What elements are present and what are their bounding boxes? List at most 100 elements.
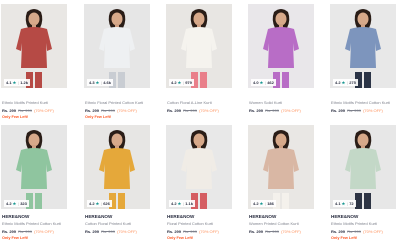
mrp-price: Rs. 999 <box>18 108 32 113</box>
product-price-row: Rs. 299 Rs. 999 (70% OFF) <box>249 229 314 234</box>
mrp-price: Rs. 999 <box>347 108 361 113</box>
star-icon: ★ <box>177 80 182 85</box>
product-card[interactable]: 4.2★ |626 HERE&NOW Cotton Floral Printed … <box>84 125 150 247</box>
product-image[interactable]: 4.1★ |1.2k <box>1 4 67 88</box>
product-card[interactable]: 4.2★ |275 Ethnic Motifs Printed Cotton Ku… <box>330 4 396 126</box>
product-price-row: Rs. 299 Rs. 999 (70% OFF) <box>331 108 396 113</box>
product-grid: 4.1★ |1.2k Ethnic Motifs Printed Kurti Rs… <box>0 0 400 244</box>
product-image[interactable]: 4.0★ |462 <box>248 4 314 88</box>
stock-status: Only Few Left! <box>167 236 194 240</box>
product-brand: HERE&NOW <box>167 214 195 219</box>
product-card[interactable]: 4.2★ |186 HERE&NOW Women Printed Cotton K… <box>248 125 314 247</box>
product-name: Cotton Floral Printed Kurti <box>85 221 132 226</box>
model-photo <box>166 125 232 209</box>
rating-value: 4.0 <box>253 80 259 85</box>
model-photo <box>166 4 232 88</box>
discount-label: (70% OFF) <box>34 229 54 234</box>
rating-badge: 4.2★ |186 <box>251 200 276 207</box>
rating-count: 275 <box>349 80 356 85</box>
model-photo <box>248 125 314 209</box>
product-price-row: Rs. 299 Rs. 999 (70% OFF) <box>2 229 67 234</box>
selling-price: Rs. 299 <box>2 229 17 234</box>
product-name: Ethnic Motifs Printed Cotton Kurti <box>331 100 390 105</box>
rating-value: 4.1 <box>335 201 341 206</box>
product-card[interactable]: 4.2★ |979 Cotton Floral A-Line Kurti Rs. … <box>166 4 232 126</box>
selling-price: Rs. 299 <box>167 108 182 113</box>
mrp-price: Rs. 999 <box>101 229 115 234</box>
rating-badge: 4.2★ |626 <box>87 200 112 207</box>
rating-count: 323 <box>20 201 27 206</box>
product-brand: HERE&NOW <box>249 214 277 219</box>
selling-price: Rs. 299 <box>167 229 182 234</box>
model-photo <box>1 125 67 209</box>
rating-badge: 4.2★ |275 <box>333 79 358 86</box>
product-price-row: Rs. 299 Rs. 999 (70% OFF) <box>249 108 314 113</box>
rating-count: 1.1k <box>185 201 193 206</box>
model-photo <box>84 4 150 88</box>
mrp-price: Rs. 999 <box>183 229 197 234</box>
stock-status: Only Few Left! <box>2 236 29 240</box>
product-price-row: Rs. 299 Rs. 999 (70% OFF) <box>331 229 396 234</box>
selling-price: Rs. 299 <box>2 108 17 113</box>
star-icon: ★ <box>95 80 100 85</box>
rating-count: 626 <box>103 201 110 206</box>
product-image[interactable]: 4.2★ |1.1k <box>166 125 232 209</box>
rating-count: 4.6k <box>103 80 111 85</box>
discount-label: (70% OFF) <box>281 108 301 113</box>
model-photo <box>1 4 67 88</box>
product-price-row: Rs. 299 Rs. 999 (70% OFF) <box>167 108 232 113</box>
product-name: Women Printed Cotton Kurti <box>249 221 299 226</box>
product-brand: HERE&NOW <box>2 214 30 219</box>
rating-badge: 4.1★ |72 <box>333 200 356 207</box>
product-price-row: Rs. 299 Rs. 999 (70% OFF) <box>2 108 67 113</box>
model-photo <box>330 4 396 88</box>
rating-count: 1.2k <box>20 80 28 85</box>
product-card[interactable]: 4.1★ |72 HERE&NOW Ethnic Motifs Printed K… <box>330 125 396 247</box>
rating-value: 4.2 <box>171 80 177 85</box>
product-image[interactable]: 4.3★ |4.6k <box>84 4 150 88</box>
discount-label: (70% OFF) <box>199 229 219 234</box>
stock-status: Only Few Left! <box>85 115 112 119</box>
product-image[interactable]: 4.2★ |979 <box>166 4 232 88</box>
product-brand: HERE&NOW <box>331 214 359 219</box>
product-name: Ethnic Motifs Printed Cotton Kurti <box>2 221 61 226</box>
rating-count: 462 <box>267 80 274 85</box>
product-price-row: Rs. 299 Rs. 999 (70% OFF) <box>85 229 150 234</box>
mrp-price: Rs. 999 <box>18 229 32 234</box>
product-card[interactable]: 4.2★ |323 HERE&NOW Ethnic Motifs Printed … <box>1 125 67 247</box>
rating-badge: 4.2★ |323 <box>4 200 29 207</box>
mrp-price: Rs. 999 <box>347 229 361 234</box>
product-name: Ethnic Motifs Printed Kurti <box>331 221 378 226</box>
rating-badge: 4.1★ |1.2k <box>4 79 30 86</box>
product-price-row: Rs. 299 Rs. 999 (70% OFF) <box>85 108 150 113</box>
product-image[interactable]: 4.2★ |323 <box>1 125 67 209</box>
rating-badge: 4.0★ |462 <box>251 79 276 86</box>
product-image[interactable]: 4.2★ |186 <box>248 125 314 209</box>
product-name: Cotton Floral A-Line Kurti <box>167 100 212 105</box>
rating-badge: 4.2★ |1.1k <box>169 200 195 207</box>
discount-label: (70% OFF) <box>281 229 301 234</box>
rating-value: 4.2 <box>171 201 177 206</box>
discount-label: (70% OFF) <box>199 108 219 113</box>
discount-label: (70% OFF) <box>34 108 54 113</box>
selling-price: Rs. 299 <box>85 229 100 234</box>
product-image[interactable]: 4.2★ |275 <box>330 4 396 88</box>
product-card[interactable]: 4.0★ |462 Women Solid Kurti Rs. 299 Rs. 9… <box>248 4 314 126</box>
rating-badge: 4.3★ |4.6k <box>87 79 113 86</box>
product-name: Floral Printed Cotton Kurti <box>167 221 214 226</box>
star-icon: ★ <box>259 201 264 206</box>
product-image[interactable]: 4.2★ |626 <box>84 125 150 209</box>
discount-label: (70% OFF) <box>117 108 137 113</box>
product-card[interactable]: 4.2★ |1.1k HERE&NOW Floral Printed Cotton… <box>166 125 232 247</box>
product-name: Ethnic Motifs Printed Kurti <box>2 100 49 105</box>
selling-price: Rs. 299 <box>249 229 264 234</box>
product-card[interactable]: 4.3★ |4.6k Ethnic Floral Printed Cotton K… <box>84 4 150 126</box>
star-icon: ★ <box>259 80 264 85</box>
model-photo <box>248 4 314 88</box>
product-image[interactable]: 4.1★ |72 <box>330 125 396 209</box>
discount-label: (70% OFF) <box>363 108 383 113</box>
stock-status: Only Few Left! <box>2 115 29 119</box>
star-icon: ★ <box>341 201 346 206</box>
product-card[interactable]: 4.1★ |1.2k Ethnic Motifs Printed Kurti Rs… <box>1 4 67 126</box>
mrp-price: Rs. 999 <box>265 229 279 234</box>
